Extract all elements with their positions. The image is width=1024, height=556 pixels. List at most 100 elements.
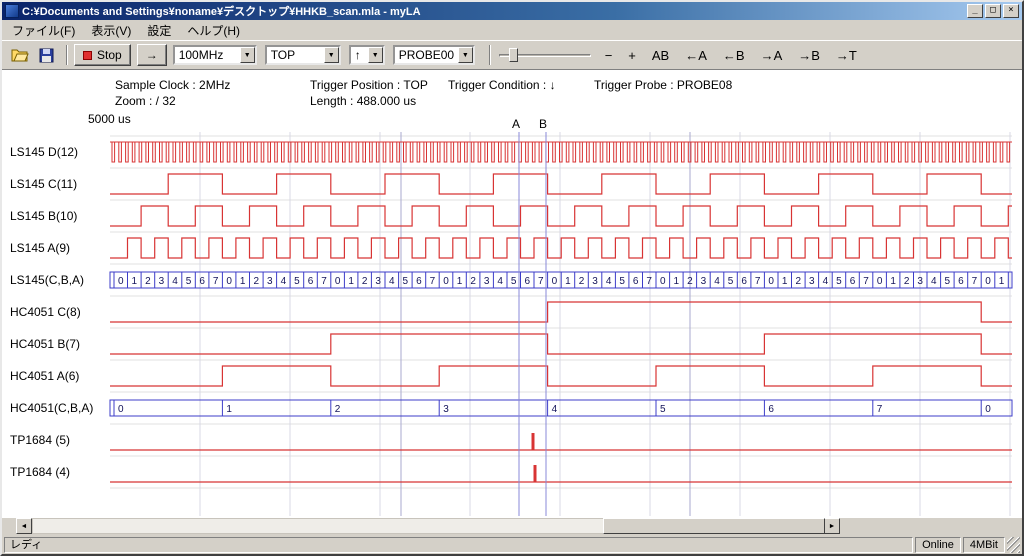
scroll-left-icon[interactable]: ◄: [16, 518, 32, 534]
svg-text:1: 1: [565, 276, 571, 287]
menu-item-3[interactable]: ヘルプ(H): [179, 20, 248, 41]
svg-text:6: 6: [850, 276, 856, 287]
waveform-canvas[interactable]: 0123456701234567012345670123456701234567…: [2, 70, 1022, 518]
waveform-panel[interactable]: Sample Clock : 2MHz Trigger Position : T…: [2, 70, 1022, 518]
stop-button[interactable]: Stop: [74, 44, 131, 66]
title-bar[interactable]: C:¥Documents and Settings¥noname¥デスクトップ¥…: [2, 2, 1022, 20]
svg-text:3: 3: [809, 276, 815, 287]
svg-text:7: 7: [755, 276, 761, 287]
nav-button-1[interactable]: ←A: [679, 46, 713, 65]
svg-text:0: 0: [335, 276, 341, 287]
maximize-button[interactable]: □: [985, 4, 1001, 18]
svg-text:3: 3: [443, 404, 449, 415]
sample-clock-select[interactable]: 100MHz ▼: [173, 45, 257, 65]
app-icon: [5, 4, 19, 18]
scrollbar-thumb[interactable]: [603, 518, 825, 534]
channel-wave-10: [110, 465, 1012, 482]
svg-text:6: 6: [633, 276, 639, 287]
svg-text:7: 7: [877, 404, 883, 415]
app-window: C:¥Documents and Settings¥noname¥デスクトップ¥…: [0, 0, 1024, 556]
scroll-right-icon[interactable]: ►: [824, 518, 840, 534]
svg-text:6: 6: [525, 276, 531, 287]
svg-text:4: 4: [552, 404, 558, 415]
menu-bar: ファイル(F)表示(V)設定ヘルプ(H): [2, 20, 1022, 40]
nav-button-4[interactable]: →B: [792, 46, 826, 65]
svg-text:1: 1: [226, 404, 232, 415]
channel-wave-1: [110, 174, 1012, 194]
svg-text:5: 5: [403, 276, 409, 287]
svg-text:1: 1: [782, 276, 788, 287]
trigger-edge-value: ↑: [351, 48, 368, 62]
chevron-down-icon: ▼: [240, 47, 255, 63]
svg-text:5: 5: [511, 276, 517, 287]
channel-wave-4: 0123456701234567012345670123456701234567…: [110, 272, 1012, 288]
svg-text:6: 6: [768, 404, 774, 415]
channel-wave-9: [110, 433, 1012, 450]
svg-text:0: 0: [877, 276, 883, 287]
svg-text:3: 3: [917, 276, 923, 287]
scrollbar-track[interactable]: [32, 518, 824, 534]
waveform-grid: [110, 132, 1012, 516]
svg-text:1: 1: [457, 276, 463, 287]
channel-wave-5: [110, 302, 1012, 322]
svg-text:0: 0: [985, 404, 991, 415]
svg-text:2: 2: [470, 276, 476, 287]
zoom-in-button[interactable]: +: [622, 46, 642, 65]
svg-text:3: 3: [267, 276, 273, 287]
status-ready: レディ: [4, 537, 913, 553]
svg-text:6: 6: [416, 276, 422, 287]
trigger-position-value: TOP: [267, 48, 324, 62]
svg-text:4: 4: [823, 276, 829, 287]
svg-text:3: 3: [159, 276, 165, 287]
svg-text:4: 4: [931, 276, 937, 287]
svg-text:7: 7: [430, 276, 436, 287]
trigger-edge-select[interactable]: ↑ ▼: [349, 45, 385, 65]
svg-text:0: 0: [985, 276, 991, 287]
svg-text:0: 0: [552, 276, 558, 287]
probe-value: PROBE00: [395, 48, 458, 62]
nav-button-2[interactable]: ←B: [717, 46, 751, 65]
horizontal-scrollbar[interactable]: ◄ ►: [16, 518, 840, 534]
folder-open-icon: [11, 48, 29, 62]
svg-text:4: 4: [497, 276, 503, 287]
menu-item-1[interactable]: 表示(V): [83, 20, 139, 41]
svg-text:3: 3: [375, 276, 381, 287]
svg-text:4: 4: [714, 276, 720, 287]
svg-text:7: 7: [863, 276, 869, 287]
zoom-slider-thumb[interactable]: [509, 48, 518, 62]
svg-text:5: 5: [660, 404, 666, 415]
svg-text:6: 6: [308, 276, 314, 287]
nav-button-3[interactable]: →A: [755, 46, 789, 65]
trigger-position-select[interactable]: TOP ▼: [265, 45, 341, 65]
probe-select[interactable]: PROBE00 ▼: [393, 45, 475, 65]
nav-button-5[interactable]: →T: [830, 46, 863, 65]
svg-text:0: 0: [768, 276, 774, 287]
channel-wave-3: [110, 238, 1012, 258]
close-button[interactable]: ×: [1003, 4, 1019, 18]
menu-item-0[interactable]: ファイル(F): [4, 20, 83, 41]
svg-text:1: 1: [999, 276, 1005, 287]
svg-text:4: 4: [172, 276, 178, 287]
cursor-nav-group: AB←A←B→A→B→T: [646, 46, 867, 65]
run-button[interactable]: →: [137, 44, 167, 66]
svg-text:0: 0: [118, 276, 124, 287]
run-arrow-icon: →: [146, 48, 158, 62]
svg-text:1: 1: [890, 276, 896, 287]
status-bar: レディ Online 4MBit: [2, 535, 1022, 554]
svg-text:B: B: [539, 117, 547, 131]
svg-text:4: 4: [389, 276, 395, 287]
save-button[interactable]: [34, 44, 58, 66]
svg-text:7: 7: [646, 276, 652, 287]
chevron-down-icon: ▼: [324, 47, 339, 63]
status-online: Online: [915, 537, 961, 553]
zoom-out-button[interactable]: −: [599, 46, 619, 65]
zoom-slider[interactable]: [499, 45, 591, 65]
resize-grip[interactable]: [1007, 537, 1020, 553]
minimize-button[interactable]: _: [967, 4, 983, 18]
channel-wave-0: [110, 142, 1012, 162]
svg-text:5: 5: [619, 276, 625, 287]
nav-button-0[interactable]: AB: [646, 46, 675, 65]
menu-item-2[interactable]: 設定: [139, 20, 179, 41]
open-file-button[interactable]: [8, 44, 32, 66]
toolbar: Stop → 100MHz ▼ TOP ▼ ↑ ▼ PROBE00 ▼ − + …: [2, 40, 1022, 70]
